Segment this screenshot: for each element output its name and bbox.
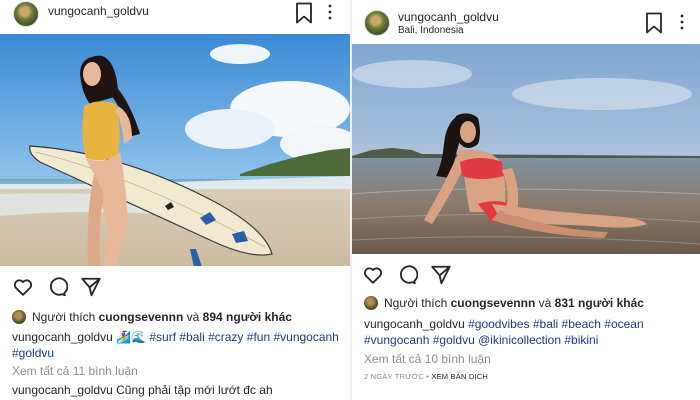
username[interactable]: vungocanh_goldvu [48,4,149,18]
heart-icon[interactable] [12,276,34,298]
hashtag[interactable]: #ocean [604,317,643,331]
hashtag[interactable]: #vungocanh [364,333,429,347]
likes-others[interactable]: 894 người khác [203,310,292,324]
caption: vungocanh_goldvu 🏄‍♀️🌊 #surf #bali #craz… [12,329,342,361]
caption-emoji: 🏄‍♀️🌊 [116,330,146,344]
likes-prefix: Người thích [384,296,448,310]
comment-icon[interactable] [46,276,68,298]
comment-author[interactable]: vungocanh_goldvu [12,383,113,397]
likes-others[interactable]: 831 người khác [555,296,644,310]
avatar[interactable] [13,1,39,27]
location[interactable]: Bali, Indonesia [398,25,464,36]
post-left: vungocanh_goldvu Người thích cuongsevenn… [0,0,350,400]
bookmark-icon[interactable] [295,2,313,24]
post-meta: 2 NGÀY TRƯỚC • XEM BẢN DỊCH [364,372,488,381]
bookmark-icon[interactable] [645,12,663,34]
more-vertical-icon[interactable] [679,14,685,30]
likes-line[interactable]: Người thích cuongsevennn và 894 người kh… [12,310,292,324]
likes-prefix: Người thích [32,310,96,324]
hashtag[interactable]: #bali [533,317,558,331]
likes-connector: và [538,296,552,310]
post-header: vungocanh_goldvu [0,0,350,34]
view-comments-link[interactable]: Xem tất cả 11 bình luận [12,364,138,378]
caption-author[interactable]: vungocanh_goldvu [12,330,113,344]
hashtag[interactable]: #crazy [208,330,243,344]
likes-line[interactable]: Người thích cuongsevennn và 831 người kh… [364,296,644,310]
username[interactable]: vungocanh_goldvu [398,10,499,24]
hashtag[interactable]: #goldvu [433,333,475,347]
view-comments-link[interactable]: Xem tất cả 10 bình luận [364,352,491,366]
post-right: vungocanh_goldvu Bali, Indonesia Người t… [352,0,700,400]
hashtag[interactable]: #goodvibes [468,317,529,331]
post-photo-surf[interactable] [0,34,350,266]
hashtag[interactable]: #surf [149,330,176,344]
comment: vungocanh_goldvu Cũng phải tập mới lướt … [12,383,273,397]
send-icon[interactable] [80,276,102,298]
more-vertical-icon[interactable] [327,4,333,20]
avatar[interactable] [364,10,390,36]
hashtag[interactable]: #beach [562,317,601,331]
liker-username[interactable]: cuongsevennn [99,310,184,324]
separator: • [426,372,430,381]
timestamp: 2 NGÀY TRƯỚC [364,372,424,381]
post-header: vungocanh_goldvu Bali, Indonesia [352,0,700,36]
liker-avatar [12,310,26,324]
hashtag[interactable]: #bali [179,330,204,344]
liker-avatar [364,296,378,310]
likes-connector: và [186,310,200,324]
liker-username[interactable]: cuongsevennn [451,296,536,310]
translate-link[interactable]: XEM BẢN DỊCH [431,372,488,381]
send-icon[interactable] [430,264,452,286]
mention[interactable]: @ikinicollection [478,333,561,347]
hashtag[interactable]: #goldvu [12,346,54,360]
hashtag[interactable]: #vungocanh [273,330,338,344]
heart-icon[interactable] [362,264,384,286]
hashtag[interactable]: #bikini [564,333,598,347]
caption: vungocanh_goldvu #goodvibes #bali #beach… [364,316,692,348]
comment-icon[interactable] [396,264,418,286]
post-photo-beach[interactable] [352,44,700,254]
caption-author[interactable]: vungocanh_goldvu [364,317,465,331]
hashtag[interactable]: #fun [247,330,270,344]
comment-text: Cũng phải tập mới lướt đc ah [116,383,273,397]
